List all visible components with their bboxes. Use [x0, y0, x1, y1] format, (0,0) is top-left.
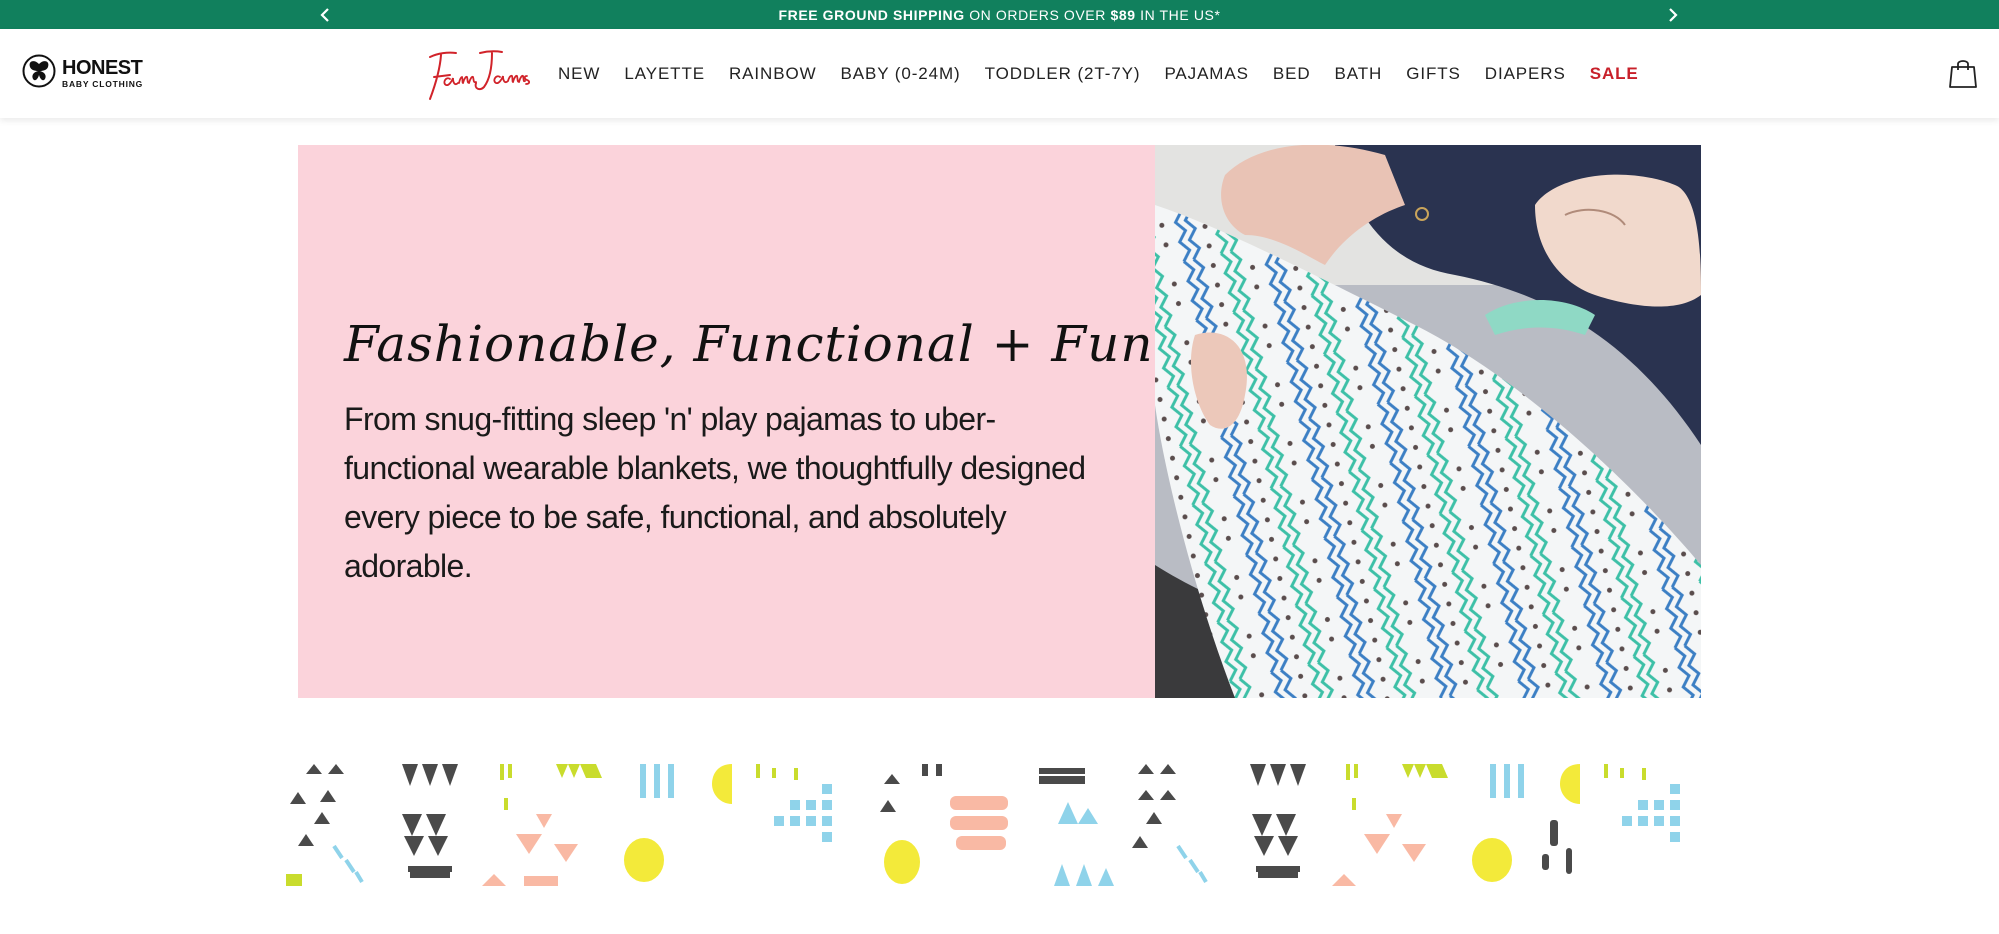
nav-item-sale[interactable]: SALE — [1590, 64, 1639, 84]
promo-bold-amount: $89 — [1110, 6, 1136, 23]
nav-item-bed[interactable]: BED — [1273, 64, 1311, 84]
nav-item-pajamas[interactable]: PAJAMAS — [1164, 64, 1248, 84]
chevron-left-icon[interactable] — [310, 0, 340, 29]
main-nav: NEW LAYETTE RAINBOW BABY (0-24M) TODDLER… — [558, 29, 1663, 118]
shopping-bag-icon[interactable] — [1948, 57, 1978, 89]
nav-item-new[interactable]: NEW — [558, 64, 600, 84]
logo-main-text: HONEST — [62, 56, 143, 79]
nav-item-baby[interactable]: BABY (0-24M) — [841, 64, 961, 84]
promo-text-2: IN THE US* — [1135, 6, 1221, 23]
site-header: HONEST BABY CLOTHING NEW LAYETTE RAINBOW… — [0, 29, 1999, 118]
famjams-logo[interactable] — [424, 43, 534, 105]
nav-item-diapers[interactable]: DIAPERS — [1485, 64, 1566, 84]
chevron-right-icon[interactable] — [1658, 0, 1688, 29]
hero-tagline: Fashionable, Functional + Fun — [344, 315, 1154, 373]
nav-item-bath[interactable]: BATH — [1335, 64, 1383, 84]
hero-description: From snug-fitting sleep 'n' play pajamas… — [344, 401, 1086, 584]
promo-bold-shipping: FREE GROUND SHIPPING — [778, 6, 965, 23]
decorative-pattern-strip — [286, 764, 1696, 886]
honest-logo[interactable]: HONEST BABY CLOTHING — [22, 54, 144, 93]
logo-sub-text: BABY CLOTHING — [62, 78, 144, 89]
hero-text-panel: Fashionable, Functional + Fun From snug-… — [298, 145, 1155, 698]
nav-item-gifts[interactable]: GIFTS — [1406, 64, 1461, 84]
promo-message[interactable]: FREE GROUND SHIPPING ON ORDERS OVER $89 … — [778, 7, 1220, 23]
nav-item-rainbow[interactable]: RAINBOW — [729, 64, 817, 84]
nav-item-toddler[interactable]: TODDLER (2T-7Y) — [985, 64, 1141, 84]
nav-item-layette[interactable]: LAYETTE — [624, 64, 705, 84]
announcement-bar: FREE GROUND SHIPPING ON ORDERS OVER $89 … — [0, 0, 1999, 29]
promo-text-1: ON ORDERS OVER — [964, 6, 1111, 23]
hero-baby-photo — [1155, 145, 1701, 698]
butterfly-icon — [22, 54, 56, 93]
